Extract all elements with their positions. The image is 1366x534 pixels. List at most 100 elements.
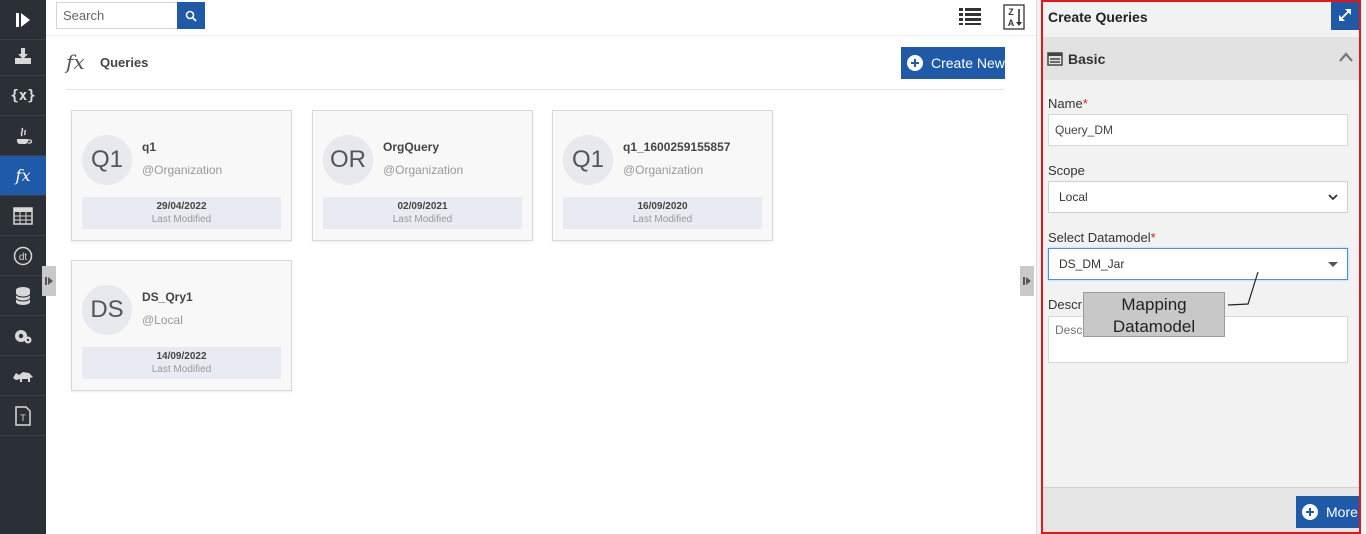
svg-text:Z: Z xyxy=(1008,7,1014,17)
section-title: Basic xyxy=(1068,51,1106,67)
scope-value: Local xyxy=(1059,190,1088,204)
maximize-panel-button[interactable] xyxy=(1331,0,1359,30)
scope-select[interactable]: Local xyxy=(1048,181,1348,213)
chevron-down-icon xyxy=(1328,194,1338,201)
list-view-icon xyxy=(959,8,981,25)
scope-label: Scope xyxy=(1048,163,1085,178)
chevron-up-icon xyxy=(1339,52,1353,62)
rail-item-java[interactable] xyxy=(0,116,46,156)
rail-item-import[interactable] xyxy=(0,36,46,76)
query-card[interactable]: Q1 q1 @Organization 29/04/2022 Last Modi… xyxy=(71,110,292,241)
expand-icon xyxy=(1339,9,1351,21)
page-title: Queries xyxy=(100,55,149,70)
caret-down-icon xyxy=(1328,262,1338,267)
sort-button[interactable]: ZA xyxy=(1003,4,1025,30)
description-label: Descr xyxy=(1048,297,1082,312)
last-modified-date: 16/09/2020 xyxy=(637,201,688,212)
annotation-line-2: Datamodel xyxy=(1112,317,1196,336)
annotation-line-1: Mapping xyxy=(1121,295,1187,314)
required-asterisk: * xyxy=(1150,230,1156,245)
last-modified-date: 02/09/2021 xyxy=(397,201,448,212)
left-icon-rail: {x} fx dt T xyxy=(0,0,46,534)
create-queries-panel: Create Queries Basic Name* Scope Local S… xyxy=(1036,0,1366,534)
more-label: More xyxy=(1326,504,1358,520)
search-input[interactable] xyxy=(56,2,177,29)
card-scope: @Organization xyxy=(142,163,223,177)
card-footer: 02/09/2021 Last Modified xyxy=(323,197,522,229)
rail-item-queries[interactable]: fx xyxy=(0,156,46,196)
form-icon xyxy=(1047,52,1063,66)
table-icon xyxy=(13,206,33,225)
panel-title: Create Queries xyxy=(1048,9,1148,25)
more-button[interactable]: More xyxy=(1296,496,1361,528)
list-view-button[interactable] xyxy=(958,6,982,28)
search-button[interactable] xyxy=(177,2,205,29)
last-modified-label: Last Modified xyxy=(151,364,212,375)
dt-icon: dt xyxy=(13,246,33,265)
datamodel-select[interactable]: DS_DM_Jar xyxy=(1048,248,1348,280)
expand-right-icon xyxy=(1023,277,1031,285)
annotation-callout: Mapping Datamodel xyxy=(1083,292,1225,337)
java-icon xyxy=(17,127,33,144)
basic-section-header[interactable]: Basic xyxy=(1042,37,1360,80)
last-modified-label: Last Modified xyxy=(392,214,453,225)
search-icon xyxy=(185,10,197,22)
name-label: Name* xyxy=(1048,96,1088,111)
name-field[interactable] xyxy=(1048,114,1348,146)
card-footer: 16/09/2020 Last Modified xyxy=(563,197,762,229)
svg-text:dt: dt xyxy=(19,252,28,263)
datamodel-label: Select Datamodel* xyxy=(1048,230,1156,245)
callout-pointer xyxy=(1227,271,1259,306)
card-scope: @Local xyxy=(142,313,183,327)
plus-circle-icon xyxy=(907,55,923,71)
settings-icon xyxy=(15,329,32,343)
right-panel-toggle[interactable] xyxy=(1020,266,1034,296)
svg-text:T: T xyxy=(20,413,26,423)
page-header: fx Queries Create New xyxy=(66,44,1005,90)
card-name: q1_1600259155857 xyxy=(623,140,731,154)
avatar: Q1 xyxy=(563,135,613,185)
card-scope: @Organization xyxy=(623,163,704,177)
last-modified-label: Last Modified xyxy=(151,214,212,225)
avatar: OR xyxy=(323,135,373,185)
rail-item-rhino[interactable] xyxy=(0,356,46,396)
collapse-panel-button[interactable] xyxy=(0,0,46,40)
create-new-label: Create New xyxy=(931,55,1005,71)
last-modified-label: Last Modified xyxy=(632,214,693,225)
rail-item-database[interactable] xyxy=(0,276,46,316)
card-name: OrgQuery xyxy=(383,140,440,154)
required-asterisk: * xyxy=(1082,96,1088,111)
function-icon: fx xyxy=(15,166,31,185)
toolbar: ZA xyxy=(46,0,1036,36)
rail-item-settings[interactable] xyxy=(0,316,46,356)
rail-item-variables[interactable]: {x} xyxy=(0,76,46,116)
datamodel-value: DS_DM_Jar xyxy=(1059,257,1125,271)
query-card[interactable]: DS DS_Qry1 @Local 14/09/2022 Last Modifi… xyxy=(71,260,292,391)
card-footer: 14/09/2022 Last Modified xyxy=(82,347,281,379)
queries-main-area: ZA fx Queries Create New Q1 q1 @Organiza… xyxy=(42,0,1036,534)
rhino-icon xyxy=(13,371,33,382)
text-file-icon: T xyxy=(15,405,31,426)
database-icon xyxy=(15,286,31,305)
query-card[interactable]: Q1 q1_1600259155857 @Organization 16/09/… xyxy=(552,110,773,241)
rail-item-table[interactable] xyxy=(0,196,46,236)
collapse-panel-icon xyxy=(16,12,30,27)
svg-text:A: A xyxy=(1008,18,1015,28)
avatar: DS xyxy=(82,285,132,335)
rail-item-dt[interactable]: dt xyxy=(0,236,46,276)
rail-item-text-file[interactable]: T xyxy=(0,396,46,436)
left-panel-toggle[interactable] xyxy=(42,266,56,296)
plus-circle-icon xyxy=(1302,504,1318,520)
function-icon: fx xyxy=(66,50,85,74)
last-modified-date: 14/09/2022 xyxy=(156,351,207,362)
card-name: DS_Qry1 xyxy=(142,290,193,304)
panel-footer: More xyxy=(1042,487,1361,534)
variable-icon: {x} xyxy=(10,87,36,104)
card-footer: 29/04/2022 Last Modified xyxy=(82,197,281,229)
create-new-button[interactable]: Create New xyxy=(901,47,1005,79)
card-scope: @Organization xyxy=(383,163,464,177)
query-card[interactable]: OR OrgQuery @Organization 02/09/2021 Las… xyxy=(312,110,533,241)
sort-za-icon: ZA xyxy=(1003,4,1025,30)
avatar: Q1 xyxy=(82,135,132,185)
last-modified-date: 29/04/2022 xyxy=(156,201,207,212)
